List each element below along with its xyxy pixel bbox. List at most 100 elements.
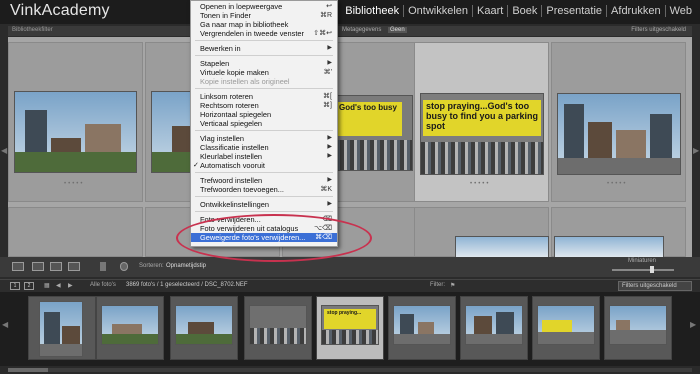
menu-show-finder[interactable]: Tonen in Finder ⌘R [191,11,337,20]
menu-open-loupe[interactable]: Openen in loepweergave ↩ [191,2,337,11]
menu-delete-rejected[interactable]: Geweigerde foto's verwijderen... ⌘⌫ [191,233,337,242]
module-print[interactable]: Afdrukken [606,5,665,17]
filmstrip-cell[interactable] [28,296,96,360]
menu-separator [195,40,333,41]
menu-edit-in[interactable]: Bewerken in ▶ [191,44,337,53]
filter-metadata[interactable]: Metagegevens [342,27,381,33]
menu-flip-horizontal[interactable]: Horizontaal spiegelen [191,110,337,119]
filmstrip-right-icon[interactable]: ▶ [690,320,696,329]
menu-separator [195,196,333,197]
secondary-window-1[interactable]: 1 [10,282,20,290]
filters-off-label[interactable]: Filters uitgeschakeld [631,27,686,33]
filmstrip-cell[interactable] [244,296,312,360]
filmstrip-thumbnail[interactable] [175,305,233,345]
filmstrip-thumbnail[interactable] [609,305,667,345]
module-picker: Bibliotheek Ontwikkelen Kaart Boek Prese… [341,5,696,17]
filmstrip-cell[interactable] [170,296,238,360]
sort-dropdown[interactable]: Opnametijdstip [166,263,206,269]
right-panel-toggle-icon[interactable]: ▶ [693,146,699,155]
photo-thumbnail[interactable] [557,93,681,175]
photo-grid: ••••• God's too busy stop praying...God'… [8,37,692,258]
menu-set-rating[interactable]: Classificatie instellen ▶ [191,143,337,152]
grid-small-icon[interactable]: ▦ [44,282,50,289]
menu-virtual-copy[interactable]: Virtuele kopie maken ⌘' [191,68,337,77]
back-arrow-icon[interactable]: ◀ [56,282,61,289]
filmstrip-thumbnail[interactable] [249,305,307,345]
filmstrip-status: 3869 foto's / 1 geselecteerd / DSC_8702.… [126,282,248,288]
menu-develop-settings[interactable]: Ontwikkelinstellingen ▶ [191,200,337,209]
filmstrip-nav: 1 2 ▦ ◀ ▶ Alle foto's 3869 foto's / 1 ge… [0,279,700,292]
spray-can-icon[interactable] [100,262,106,271]
menu-separator [195,211,333,212]
filmstrip-cell-selected[interactable]: stop praying... [316,296,384,360]
photo-thumbnail-selected[interactable]: stop praying...God's too busy to find yo… [420,93,544,175]
menu-separator [195,88,333,89]
menu-stack[interactable]: Stapelen ▶ [191,59,337,68]
menu-auto-advance[interactable]: Automatisch vooruit [191,161,337,170]
grid-cell[interactable] [551,207,686,258]
photo-thumbnail[interactable]: God's too busy [329,95,413,171]
grid-cell[interactable]: ••••• [8,42,143,202]
grid-view-icon[interactable] [12,262,24,271]
filmstrip-scrollbar[interactable] [0,366,700,374]
module-book[interactable]: Boek [507,5,541,17]
filmstrip-thumbnail[interactable] [537,305,595,345]
module-library[interactable]: Bibliotheek [341,5,403,17]
left-panel-toggle-icon[interactable]: ◀ [1,146,7,155]
module-slideshow[interactable]: Presentatie [541,5,606,17]
menu-separator [195,130,333,131]
menu-set-color-label[interactable]: Kleurlabel instellen ▶ [191,152,337,161]
filmstrip-thumbnail[interactable] [39,301,83,357]
menu-lock-second-window[interactable]: Vergrendelen in tweede venster ⇧⌘↩ [191,29,337,38]
menu-rotate-left[interactable]: Linksom roteren ⌘[ [191,92,337,101]
sort-label: Sorteren: [139,263,164,269]
secondary-window-2[interactable]: 2 [24,282,34,290]
module-map[interactable]: Kaart [472,5,507,17]
slider-knob[interactable] [650,266,654,273]
filmstrip-cell[interactable] [532,296,600,360]
filmstrip-cell[interactable] [388,296,456,360]
menu-flip-vertical[interactable]: Verticaal spiegelen [191,119,337,128]
grid-cell-selected[interactable]: stop praying...God's too busy to find yo… [414,42,549,202]
grid-cell[interactable]: ••••• [551,42,686,202]
filmstrip-thumbnail[interactable] [465,305,523,345]
filmstrip-cell[interactable] [604,296,672,360]
filmstrip-left-icon[interactable]: ◀ [2,320,8,329]
thumbnail-size-slider[interactable] [612,266,674,273]
filmstrip-thumbnail-selected[interactable]: stop praying... [321,305,379,345]
filmstrip-cell[interactable] [460,296,528,360]
module-develop[interactable]: Ontwikkelen [403,5,472,17]
library-filter-bar: Bibliotheekfilter Metagegevens Geen Filt… [8,26,692,36]
photo-thumbnail[interactable] [554,236,664,258]
menu-set-flag[interactable]: Vlag instellen ▶ [191,134,337,143]
flag-filter-icon[interactable]: ⚑ [450,282,455,289]
filmstrip-thumbnail[interactable] [101,305,159,345]
face-icon[interactable] [120,262,128,271]
menu-set-copy-original: Kopie instellen als origineel [200,77,290,86]
loupe-view-icon[interactable] [32,262,44,271]
filmstrip-thumbnail[interactable] [393,305,451,345]
forward-arrow-icon[interactable]: ▶ [68,282,73,289]
grid-cell[interactable] [8,207,143,257]
compare-view-icon[interactable] [50,262,62,271]
filmstrip-filter-dropdown[interactable]: Filters uitgeschakeld [618,281,692,291]
filmstrip-cell[interactable] [96,296,164,360]
module-web[interactable]: Web [664,5,696,17]
cell-dots: ••••• [607,181,628,187]
context-menu: Openen in loepweergave ↩ Tonen in Finder ⌘… [190,0,338,247]
menu-add-keywords[interactable]: Trefwoorden toevoegen... ⌘K [191,185,337,194]
title-bar: VinkAcademy Bibliotheek Ontwikkelen Kaar… [0,0,700,24]
menu-go-to-folder[interactable]: Ga naar map in bibliotheek [191,20,337,29]
menu-rotate-right[interactable]: Rechtsom roteren ⌘] [191,101,337,110]
filmstrip-source[interactable]: Alle foto's [90,282,116,288]
menu-set-keyword[interactable]: Trefwoord instellen ▶ [191,176,337,185]
menu-remove-from-catalog[interactable]: Foto verwijderen uit catalogus ⌥⌫ [191,224,337,233]
grid-cell[interactable] [414,207,549,258]
menu-remove-photo[interactable]: Foto verwijderen... ⌫ [191,215,337,224]
scrollbar-thumb[interactable] [8,368,48,372]
photo-thumbnail[interactable] [14,91,137,173]
photo-thumbnail[interactable] [455,236,549,258]
filter-none[interactable]: Geen [388,27,407,33]
survey-view-icon[interactable] [68,262,80,271]
grid-toolbar: Sorteren: Opnametijdstip Miniaturen [0,257,700,277]
